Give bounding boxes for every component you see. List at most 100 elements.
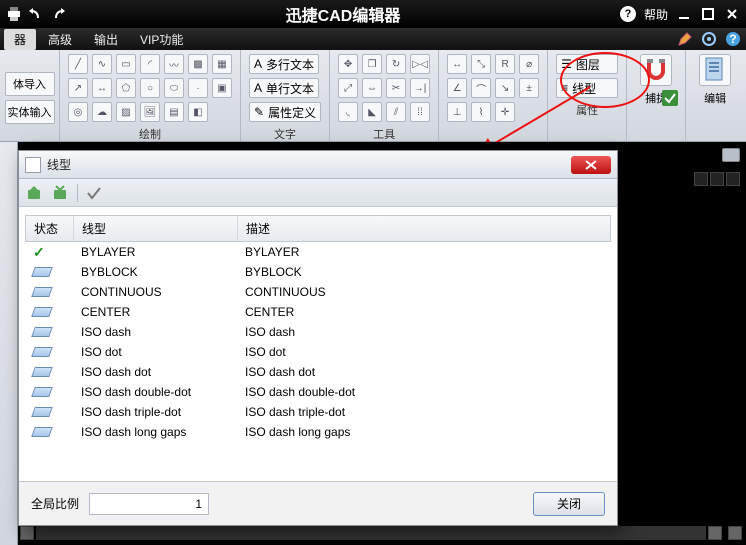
col-desc[interactable]: 描述 xyxy=(238,216,610,241)
dim-ord-icon[interactable]: ⊥ xyxy=(447,102,467,122)
pencil-icon[interactable] xyxy=(676,30,694,48)
ribbon-group-tools: ✥ ❐ ↻ ▷◁ ⤢ ⇔ ✂ →| ◟ ◣ ⫽ ⁞⁞ 工具 xyxy=(330,50,439,141)
delete-linetype-icon[interactable] xyxy=(51,183,71,203)
offset-icon[interactable]: ⫽ xyxy=(386,102,406,122)
menu-item-1[interactable]: 高级 xyxy=(38,29,82,50)
fillet-icon[interactable]: ◟ xyxy=(338,102,358,122)
tolerance-icon[interactable]: ± xyxy=(519,78,539,98)
ellipse-icon[interactable]: ⬭ xyxy=(164,78,184,98)
trim-icon[interactable]: ✂ xyxy=(386,78,406,98)
table-row[interactable]: BYBLOCKBYBLOCK xyxy=(25,262,611,282)
rotate-icon[interactable]: ↻ xyxy=(386,54,406,74)
minimize-icon[interactable] xyxy=(676,6,692,22)
redo-icon[interactable] xyxy=(50,6,66,22)
print-icon[interactable] xyxy=(6,6,22,22)
polyline-icon[interactable]: ∿ xyxy=(92,54,112,74)
boundary-icon[interactable]: ▣ xyxy=(212,78,232,98)
center-mark-icon[interactable]: ✛ xyxy=(495,102,515,122)
mirror-icon[interactable]: ▷◁ xyxy=(410,54,430,74)
table-row[interactable]: ✓BYLAYERBYLAYER xyxy=(25,242,611,262)
entity-input-button[interactable]: 实体输入 xyxy=(5,100,55,124)
global-scale-input[interactable] xyxy=(89,493,209,515)
hatch-icon[interactable]: ▩ xyxy=(188,54,208,74)
point-icon[interactable]: · xyxy=(188,78,208,98)
dim-linear-icon[interactable]: ↔ xyxy=(447,54,467,74)
table-row[interactable]: CENTERCENTER xyxy=(25,302,611,322)
chamfer-icon[interactable]: ◣ xyxy=(362,102,382,122)
table-row[interactable]: ISO dash triple-dotISO dash triple-dot xyxy=(25,402,611,422)
menu-item-3[interactable]: VIP功能 xyxy=(130,29,193,50)
maximize-icon[interactable] xyxy=(700,6,716,22)
dialog-close-button[interactable] xyxy=(571,156,611,174)
table-icon[interactable]: ▤ xyxy=(164,102,184,122)
table-row[interactable]: ISO dotISO dot xyxy=(25,342,611,362)
revcloud-icon[interactable]: ☁ xyxy=(92,102,112,122)
xline-icon[interactable]: ↔ xyxy=(92,78,112,98)
ray-icon[interactable]: ↗ xyxy=(68,78,88,98)
spline-icon[interactable]: 〰 xyxy=(164,54,184,74)
scale-icon[interactable]: ⤢ xyxy=(338,78,358,98)
scroll-right-icon[interactable] xyxy=(708,526,722,540)
attdef-button[interactable]: ✎属性定义 xyxy=(249,102,321,122)
table-row[interactable]: CONTINUOUSCONTINUOUS xyxy=(25,282,611,302)
set-current-icon[interactable] xyxy=(84,183,104,203)
dtext-button[interactable]: A单行文本 xyxy=(249,78,319,98)
settings-icon[interactable] xyxy=(700,30,718,48)
arc-icon[interactable]: ◜ xyxy=(140,54,160,74)
table-row[interactable]: ISO dash long gapsISO dash long gaps xyxy=(25,422,611,442)
panel-dropdown-icon[interactable] xyxy=(722,148,740,162)
extend-icon[interactable]: →| xyxy=(410,78,430,98)
bottom-scrollbar[interactable] xyxy=(20,525,742,541)
leader-icon[interactable]: ↘ xyxy=(495,78,515,98)
edit-button[interactable]: 编辑 xyxy=(694,54,736,106)
dim-diameter-icon[interactable]: ⌀ xyxy=(519,54,539,74)
close-button[interactable]: 关闭 xyxy=(533,492,605,516)
layer-button[interactable]: ☰图层 xyxy=(556,54,618,74)
image-icon[interactable]: 🖼 xyxy=(140,102,160,122)
viewport-close-icon[interactable] xyxy=(726,172,740,186)
donut-icon[interactable]: ◎ xyxy=(68,102,88,122)
stretch-icon[interactable]: ⇔ xyxy=(362,78,382,98)
col-status[interactable]: 状态 xyxy=(26,216,74,241)
col-name[interactable]: 线型 xyxy=(74,216,238,241)
info-icon[interactable]: ? xyxy=(724,30,742,48)
wipeout-icon[interactable]: ▨ xyxy=(116,102,136,122)
copy-icon[interactable]: ❐ xyxy=(362,54,382,74)
block-icon[interactable]: ◧ xyxy=(188,102,208,122)
array-icon[interactable]: ⁞⁞ xyxy=(410,102,430,122)
close-icon[interactable] xyxy=(724,6,740,22)
import-button[interactable]: 体导入 xyxy=(5,72,55,96)
menu-item-2[interactable]: 输出 xyxy=(84,29,128,50)
dim-aligned-icon[interactable]: ⤡ xyxy=(471,54,491,74)
region-icon[interactable]: ▦ xyxy=(212,54,232,74)
menu-item-0[interactable]: 器 xyxy=(4,29,36,50)
dim-radius-icon[interactable]: R xyxy=(495,54,515,74)
scroll-track[interactable] xyxy=(36,526,706,540)
linetype-button[interactable]: ≡线型 xyxy=(556,78,618,98)
table-row[interactable]: ISO dash dotISO dash dot xyxy=(25,362,611,382)
dim-arc-icon[interactable]: ⌒ xyxy=(471,78,491,98)
dim-jog-icon[interactable]: ⌇ xyxy=(471,102,491,122)
rectangle-icon[interactable]: ▭ xyxy=(116,54,136,74)
undo-icon[interactable] xyxy=(28,6,44,22)
row-name: BYBLOCK xyxy=(81,265,245,279)
line-icon[interactable]: ╱ xyxy=(68,54,88,74)
table-row[interactable]: ISO dash double-dotISO dash double-dot xyxy=(25,382,611,402)
scroll-left-icon[interactable] xyxy=(20,526,34,540)
row-status xyxy=(33,407,81,417)
viewport-min-icon[interactable] xyxy=(694,172,708,186)
mtext-button[interactable]: A多行文本 xyxy=(249,54,319,74)
move-icon[interactable]: ✥ xyxy=(338,54,358,74)
scroll-split-icon[interactable] xyxy=(728,526,742,540)
dim-angular-icon[interactable]: ∠ xyxy=(447,78,467,98)
help-label[interactable]: 帮助 xyxy=(644,6,668,23)
table-row[interactable]: ISO dashISO dash xyxy=(25,322,611,342)
polygon-icon[interactable]: ⬠ xyxy=(116,78,136,98)
circle-icon[interactable]: ○ xyxy=(140,78,160,98)
viewport-max-icon[interactable] xyxy=(710,172,724,186)
dialog-titlebar[interactable]: 线型 xyxy=(19,151,617,179)
help-icon[interactable]: ? xyxy=(620,6,636,22)
left-panel-strip[interactable] xyxy=(0,142,18,545)
menubar: 器 高级 输出 VIP功能 ? xyxy=(0,28,746,50)
load-linetype-icon[interactable] xyxy=(25,183,45,203)
